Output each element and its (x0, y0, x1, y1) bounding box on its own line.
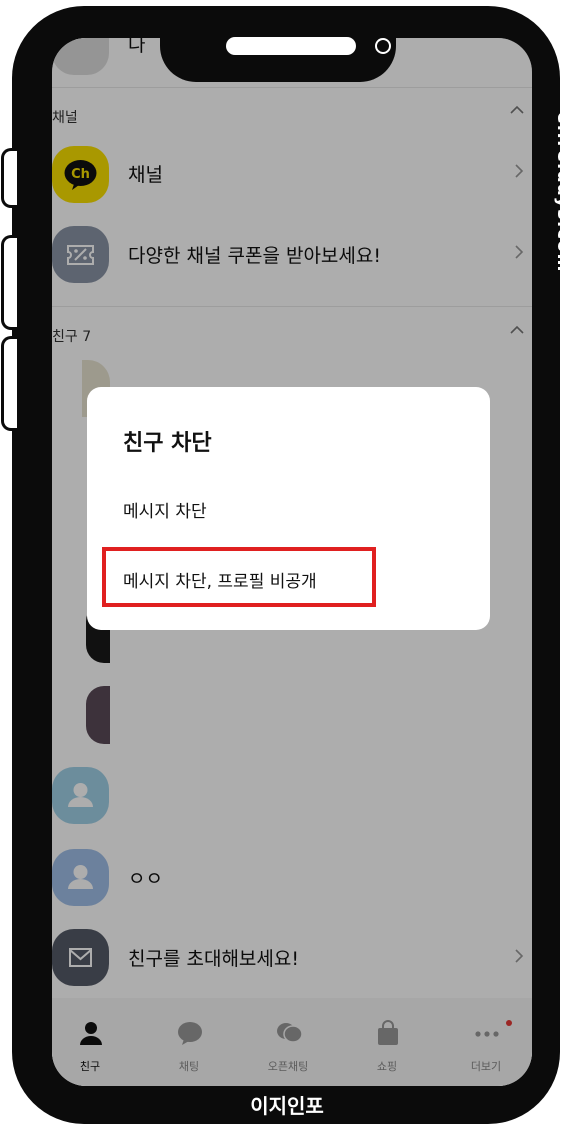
block-messages-option[interactable]: 메시지 차단 (123, 497, 207, 522)
block-friend-dialog: 친구 차단 메시지 차단 메시지 차단, 프로필 비공개 (87, 387, 490, 630)
phone-screen: 나 채널 Ch 채널 다양한 채널 쿠폰을 받아보세요! 친구 7 ㅇㅇ 친구를… (52, 38, 532, 1086)
brand-label: 이지인포 (250, 1094, 324, 1118)
volume-down-button (1, 336, 17, 431)
volume-up-button (1, 235, 17, 330)
side-watermark: ei.reidays.com (553, 112, 573, 273)
highlight-box (102, 547, 376, 607)
speaker-grille (226, 37, 356, 55)
mute-switch (1, 148, 17, 208)
front-camera (375, 38, 391, 54)
dialog-title: 친구 차단 (123, 431, 212, 456)
